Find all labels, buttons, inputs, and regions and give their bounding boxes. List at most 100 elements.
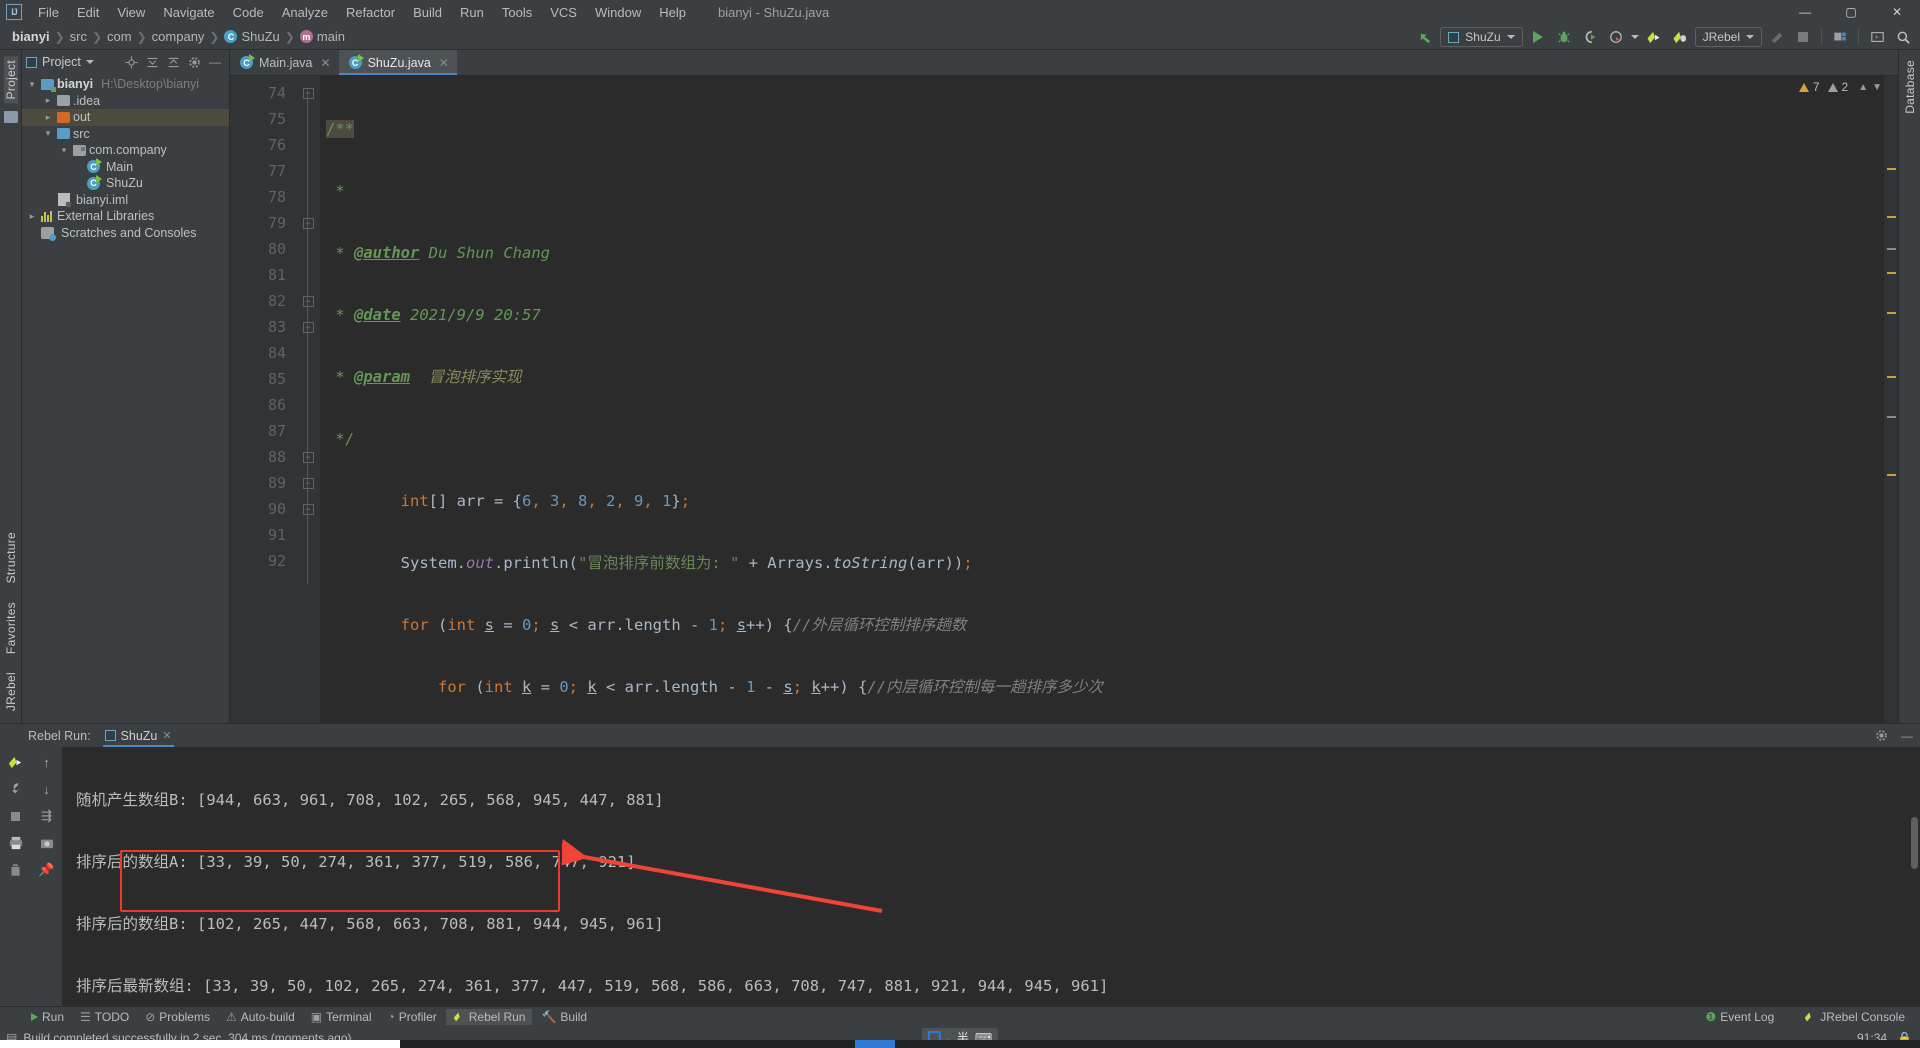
- gear-icon[interactable]: [187, 55, 201, 69]
- minimize-button[interactable]: —: [1782, 0, 1828, 24]
- project-tree[interactable]: ▾ bianyi H:\Desktop\bianyi ▸ .idea ▸ out…: [22, 74, 229, 723]
- tree-node-idea[interactable]: ▸ .idea: [22, 93, 229, 110]
- gear-icon[interactable]: [1874, 729, 1888, 743]
- stop-button[interactable]: [1792, 27, 1814, 47]
- fold-marker[interactable]: −: [296, 80, 320, 106]
- tree-node-shuzu[interactable]: ShuZu: [22, 174, 229, 192]
- chevron-down-icon[interactable]: [85, 60, 94, 64]
- tool-window-button-rebel-run[interactable]: Rebel Run: [445, 1009, 533, 1025]
- tree-node-scratches[interactable]: Scratches and Consoles: [22, 225, 229, 242]
- tool-window-button-run[interactable]: Run: [24, 1009, 71, 1025]
- locate-icon[interactable]: [124, 55, 138, 69]
- stop-icon[interactable]: [8, 808, 24, 824]
- tree-node-bianyi-iml[interactable]: bianyi.iml: [22, 192, 229, 209]
- tab-shuzu-java[interactable]: ShuZu.java ✕: [338, 50, 458, 75]
- tool-button-favorites[interactable]: Favorites: [4, 598, 18, 658]
- console-scrollbar[interactable]: [1911, 817, 1918, 869]
- menu-item-navigate[interactable]: Navigate: [155, 3, 222, 22]
- chevron-down-icon[interactable]: ▾: [26, 79, 38, 90]
- tool-button-database[interactable]: Database: [1903, 56, 1917, 118]
- breadcrumb-item-src[interactable]: src: [66, 29, 91, 44]
- menu-item-view[interactable]: View: [109, 3, 153, 22]
- run-button[interactable]: [1527, 27, 1549, 47]
- scroll-down-icon[interactable]: ↓: [39, 781, 55, 797]
- menu-item-vcs[interactable]: VCS: [542, 3, 585, 22]
- menu-item-help[interactable]: Help: [651, 3, 694, 22]
- chevron-down-icon[interactable]: ▾: [58, 145, 70, 156]
- rerun-icon[interactable]: [8, 754, 24, 770]
- editor-marker-bar[interactable]: [1884, 76, 1898, 723]
- pin-icon[interactable]: 📌: [38, 862, 54, 878]
- tool-window-button-problems[interactable]: ⊘ Problems: [138, 1009, 217, 1025]
- tab-main-java[interactable]: Main.java ✕: [230, 50, 339, 75]
- trash-icon[interactable]: [8, 862, 24, 878]
- breadcrumb-item-main[interactable]: main: [296, 29, 349, 44]
- jrebel-run-button[interactable]: [1643, 27, 1665, 47]
- chevron-right-icon[interactable]: ▸: [42, 112, 54, 123]
- jrebel-config-selector[interactable]: JRebel: [1694, 27, 1762, 47]
- tool-button-jrebel[interactable]: JRebel: [4, 668, 18, 715]
- tool-window-button-terminal[interactable]: ▣ Terminal: [304, 1009, 379, 1025]
- event-log-button[interactable]: ❶ Event Log: [1698, 1009, 1781, 1025]
- tool-window-button-todo[interactable]: ☰ TODO: [73, 1009, 136, 1025]
- chevron-down-icon[interactable]: ▼: [1872, 82, 1882, 93]
- fold-marker[interactable]: −: [296, 288, 320, 314]
- tree-node-com-company[interactable]: ▾ com.company: [22, 142, 229, 159]
- back-arrow-icon[interactable]: [1414, 27, 1436, 47]
- code-text[interactable]: /** * * @author Du Shun Chang * @date 20…: [320, 76, 1884, 723]
- chevron-right-icon[interactable]: ▸: [42, 95, 54, 106]
- expand-all-icon[interactable]: [145, 55, 159, 69]
- hide-panel-icon[interactable]: —: [208, 55, 222, 69]
- menu-item-file[interactable]: File: [30, 3, 67, 22]
- menu-item-run[interactable]: Run: [452, 3, 492, 22]
- tool-window-button-auto-build[interactable]: ⚠ Auto-build: [219, 1009, 302, 1025]
- build-hammer-icon[interactable]: [1766, 27, 1788, 47]
- menu-item-tools[interactable]: Tools: [494, 3, 540, 22]
- hide-panel-icon[interactable]: —: [1900, 729, 1914, 743]
- close-icon[interactable]: ✕: [162, 729, 171, 742]
- run-with-coverage-button[interactable]: [1579, 27, 1601, 47]
- jrebel-debug-button[interactable]: [1669, 27, 1691, 47]
- camera-icon[interactable]: [39, 835, 55, 851]
- fold-marker[interactable]: −: [296, 444, 320, 470]
- breadcrumb-item-project[interactable]: bianyi: [8, 29, 54, 44]
- code-editor[interactable]: 74 75 76 77 78 79 80 81 82 83 84 85 86 8…: [230, 76, 1898, 723]
- project-structure-icon[interactable]: [1829, 27, 1851, 47]
- tree-node-src[interactable]: ▾ src: [22, 126, 229, 143]
- run-tab-shuzu[interactable]: ShuZu ✕: [99, 724, 178, 747]
- tool-button-project[interactable]: Project: [3, 56, 18, 104]
- soft-wrap-icon[interactable]: ⇶: [39, 808, 55, 824]
- close-icon[interactable]: ✕: [321, 56, 331, 70]
- close-button[interactable]: ✕: [1874, 0, 1920, 24]
- menu-item-refactor[interactable]: Refactor: [338, 3, 403, 22]
- menu-item-window[interactable]: Window: [587, 3, 649, 22]
- scroll-up-icon[interactable]: ↑: [39, 754, 55, 770]
- menu-item-edit[interactable]: Edit: [69, 3, 107, 22]
- jrebel-console-button[interactable]: JRebel Console: [1797, 1009, 1912, 1025]
- profile-chevron-down-icon[interactable]: [1630, 35, 1639, 39]
- chevron-right-icon[interactable]: ▸: [26, 211, 38, 222]
- breadcrumb-item-shuzu[interactable]: ShuZu: [220, 29, 283, 44]
- fold-marker[interactable]: −: [296, 496, 320, 522]
- terminal-icon[interactable]: [1866, 27, 1888, 47]
- breadcrumb-item-company[interactable]: company: [148, 29, 209, 44]
- code-folding-gutter[interactable]: − − − − − − −: [296, 76, 320, 723]
- tool-window-button-build[interactable]: 🔨 Build: [534, 1009, 594, 1025]
- inspection-widget[interactable]: 7 2 ▲ ▼: [1798, 80, 1882, 94]
- tree-node-main[interactable]: Main: [22, 158, 229, 176]
- console-output[interactable]: 随机产生数组B: [944, 663, 961, 708, 102, 265, …: [62, 747, 1920, 1006]
- tree-node-out[interactable]: ▸ out: [22, 109, 229, 126]
- maximize-button[interactable]: ▢: [1828, 0, 1874, 24]
- tool-window-button-profiler[interactable]: ◔ Profiler: [381, 1009, 444, 1025]
- menu-item-analyze[interactable]: Analyze: [274, 3, 336, 22]
- close-icon[interactable]: ✕: [439, 56, 449, 70]
- menu-item-code[interactable]: Code: [225, 3, 272, 22]
- chevron-up-icon[interactable]: ▲: [1858, 82, 1868, 93]
- print-icon[interactable]: [8, 835, 24, 851]
- folder-icon[interactable]: [3, 111, 18, 124]
- fold-marker[interactable]: −: [296, 470, 320, 496]
- fold-marker[interactable]: −: [296, 314, 320, 340]
- tree-node-external-libraries[interactable]: ▸ External Libraries: [22, 208, 229, 225]
- menu-item-build[interactable]: Build: [405, 3, 450, 22]
- run-configuration-selector[interactable]: ShuZu: [1440, 27, 1523, 47]
